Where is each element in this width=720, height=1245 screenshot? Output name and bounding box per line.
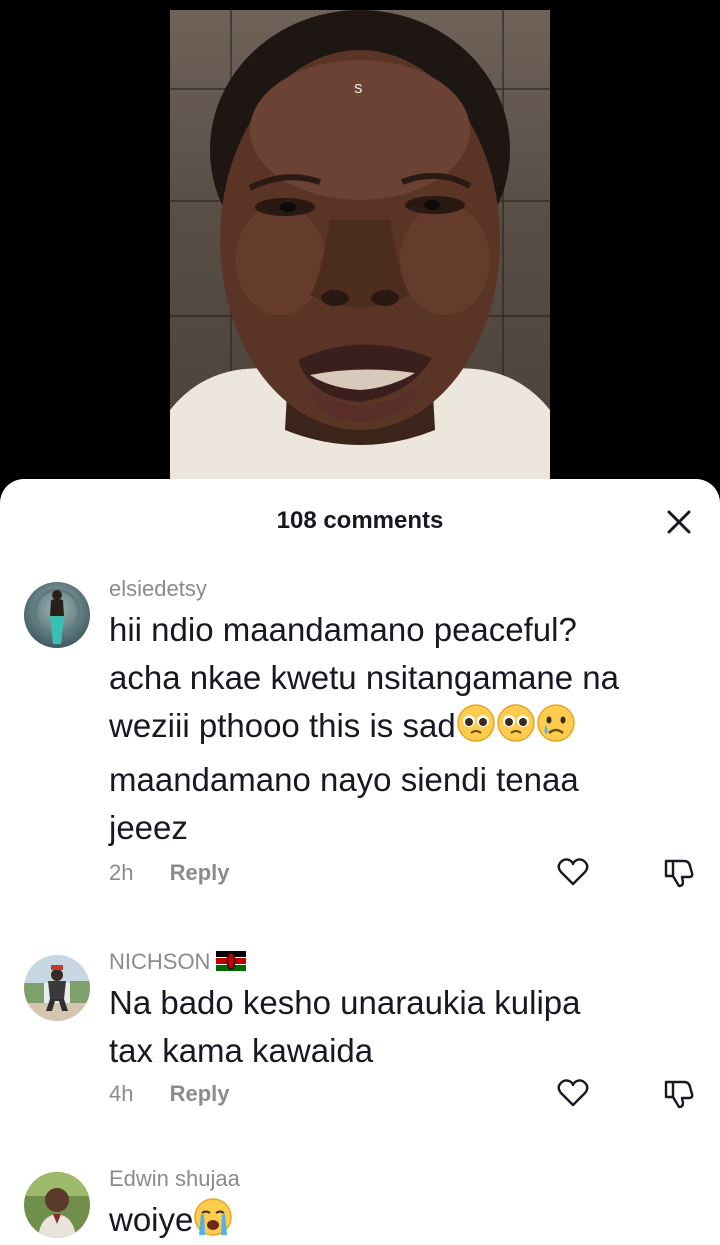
- comment-text: woiye: [109, 1196, 699, 1245]
- avatar-image: [24, 1172, 90, 1238]
- thumbs-down-icon: [664, 1080, 694, 1109]
- comment-line: maandamano nayo siendi tenaa: [109, 761, 579, 798]
- comment-line: tax kama kawaida: [109, 1032, 374, 1069]
- avatar-image: [24, 955, 90, 1021]
- avatar[interactable]: [24, 955, 90, 1021]
- comment-username[interactable]: elsiedetsy: [109, 576, 207, 602]
- avatar[interactable]: [24, 582, 90, 648]
- dislike-button[interactable]: [662, 855, 696, 889]
- comment-line-with-emojis: woiye: [109, 1196, 699, 1245]
- screen: s 108 comments elsiedetsy hii ndio maand…: [0, 0, 720, 1245]
- crying-face-emoji: [536, 703, 576, 756]
- comment-username-row: NICHSON: [109, 949, 247, 977]
- loudly-crying-face-emoji: [193, 1197, 233, 1245]
- avatar-image: [24, 582, 90, 648]
- avatar[interactable]: [24, 1172, 90, 1238]
- comment-count-title: 108 comments: [276, 507, 444, 534]
- close-icon: [667, 510, 691, 534]
- comment-line: jeeez: [109, 809, 188, 846]
- comment-line: woiye: [109, 1201, 194, 1238]
- like-button[interactable]: [556, 855, 590, 889]
- pleading-face-emoji: [456, 703, 496, 756]
- reply-button[interactable]: Reply: [170, 860, 230, 885]
- heart-icon: [557, 1079, 589, 1107]
- comments-header: 108 comments: [0, 479, 720, 565]
- comment-line: weziii pthooo this is sad: [109, 707, 456, 744]
- comment-line: acha nkae kwetu nsitangamane na: [109, 659, 620, 696]
- comment-text: hii ndio maandamano peaceful? acha nkae …: [109, 606, 699, 852]
- comment-line: Na bado kesho unaraukia kulipa: [109, 984, 581, 1021]
- comment-time: 2h: [109, 860, 134, 885]
- comment-item: Edwin shujaa woiye: [0, 1164, 720, 1245]
- comment-time: 4h: [109, 1081, 134, 1106]
- comment-username[interactable]: NICHSON: [109, 949, 210, 974]
- heart-icon: [557, 858, 589, 886]
- comment-meta: 2h Reply: [109, 860, 230, 886]
- comment-item: NICHSON Na bado kesho unaraukia kulipa t…: [0, 947, 720, 1127]
- close-button[interactable]: [664, 507, 694, 537]
- kenya-flag-icon: [216, 951, 247, 977]
- comment-meta: 4h Reply: [109, 1081, 230, 1107]
- comment-item: elsiedetsy hii ndio maandamano peaceful?…: [0, 574, 720, 894]
- comment-line-with-emojis: weziii pthooo this is sad: [109, 702, 699, 756]
- pleading-face-emoji: [496, 703, 536, 756]
- comments-sheet: 108 comments elsiedetsy hii ndio maandam…: [0, 479, 720, 1245]
- comment-line: hii ndio maandamano peaceful?: [109, 611, 577, 648]
- video-watermark: s: [354, 78, 363, 97]
- dislike-button[interactable]: [662, 1076, 696, 1110]
- like-button[interactable]: [556, 1076, 590, 1110]
- video-player[interactable]: s: [170, 10, 550, 490]
- comment-text: Na bado kesho unaraukia kulipa tax kama …: [109, 979, 699, 1075]
- comment-username[interactable]: Edwin shujaa: [109, 1166, 240, 1192]
- reply-button[interactable]: Reply: [170, 1081, 230, 1106]
- thumbs-down-icon: [664, 859, 694, 888]
